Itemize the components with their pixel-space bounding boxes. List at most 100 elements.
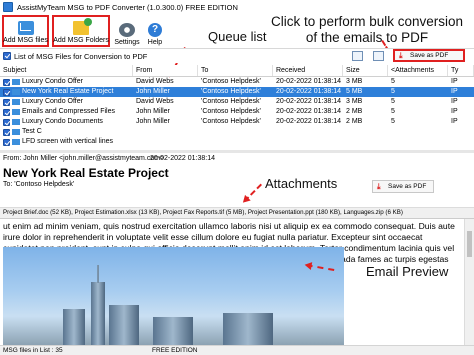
cell-from: John Miller	[133, 87, 198, 97]
cell-to: 'Contoso Helpdesk'	[198, 77, 273, 87]
preview-from-text: From: John Miller <john.miller@assistmyt…	[3, 155, 165, 162]
cell-received-text: 20-02-2022 01:38:14	[276, 98, 341, 105]
cell-from: David Webs	[133, 97, 198, 107]
cell-received: 20-02-2022 01:38:14	[273, 87, 343, 97]
cell-subject: New York Real Estate Project	[0, 87, 133, 97]
cell-subject: Luxury Condo Documents	[0, 117, 133, 127]
table-body: Luxury Condo Offer David Webs 'Contoso Hel…	[0, 77, 474, 147]
cell-to-text: 'Contoso Helpdesk'	[201, 118, 261, 125]
column-received[interactable]: Received	[273, 65, 343, 76]
list-view-icon[interactable]	[373, 51, 384, 61]
scrollbar-thumb[interactable]	[467, 231, 472, 257]
cell-subject: Emails and Compressed Files	[0, 107, 133, 117]
cell-type-text: IP	[451, 88, 458, 95]
bulk-save-as-pdf-button[interactable]: ⤓ Save as PDF	[393, 49, 465, 62]
row-checkbox[interactable]	[3, 78, 10, 86]
table-row[interactable]: Luxury Condo Documents John Miller 'Contos…	[0, 117, 474, 127]
row-checkbox[interactable]	[3, 98, 10, 106]
cell-type: IP	[448, 77, 474, 87]
cell-subject: Luxury Condo Offer	[0, 97, 133, 107]
column-to[interactable]: To	[198, 65, 273, 76]
select-all-checkbox[interactable]	[3, 52, 11, 60]
status-bar: MSG files in List : 35 FREE EDITION	[0, 345, 474, 355]
row-checkbox[interactable]	[3, 138, 10, 146]
table-row[interactable]: Luxury Condo Offer David Webs 'Contoso Hel…	[0, 77, 474, 87]
cell-type-text: IP	[451, 78, 458, 85]
cell-from-text: David Webs	[136, 98, 174, 105]
pdf-icon: ⤓	[377, 181, 381, 191]
cell-from: John Miller	[133, 117, 198, 127]
table-row[interactable]: LFD screen with vertical lines	[0, 137, 474, 147]
grid-view-icon[interactable]	[352, 51, 363, 61]
table-row[interactable]: Emails and Compressed Files John Miller 'C…	[0, 107, 474, 117]
image-antenna	[97, 265, 99, 283]
title-bar: AssistMyTeam MSG to PDF Converter (1.0.3…	[0, 0, 474, 14]
help-button[interactable]: ? Help	[144, 15, 166, 47]
preview-save-as-pdf-label: Save as PDF	[388, 183, 427, 190]
cell-attachments: 5	[388, 107, 448, 117]
table-header: Subject From To Received Size <Attachmen…	[0, 65, 474, 77]
column-subject[interactable]: Subject	[0, 65, 133, 76]
cell-received: 20-02-2022 01:38:14	[273, 77, 343, 87]
help-icon: ?	[148, 23, 162, 37]
image-building	[223, 313, 273, 345]
image-building	[63, 309, 85, 345]
cell-from-text: John Miller	[136, 88, 170, 95]
add-msg-files-label: Add MSG files	[3, 37, 48, 44]
cell-to: 'Contoso Helpdesk'	[198, 107, 273, 117]
column-from[interactable]: From	[133, 65, 198, 76]
settings-label: Settings	[114, 39, 140, 46]
annotation-attachments: Attachments	[265, 176, 338, 191]
queue-table: Subject From To Received Size <Attachmen…	[0, 65, 474, 150]
row-checkbox[interactable]	[3, 88, 10, 96]
pdf-icon: ⤓	[399, 50, 403, 60]
cell-subject: Luxury Condo Offer	[0, 77, 133, 87]
add-msg-files-button[interactable]: Add MSG files	[2, 15, 49, 47]
cell-size: 5 MB	[343, 87, 388, 97]
cell-subject: LFD screen with vertical lines	[0, 137, 133, 147]
row-checkbox[interactable]	[3, 118, 10, 126]
cell-type: IP	[448, 87, 474, 97]
help-label: Help	[147, 39, 163, 46]
cell-type-text: IP	[451, 98, 458, 105]
folder-icon	[73, 18, 92, 35]
column-size[interactable]: Size	[343, 65, 388, 76]
settings-button[interactable]: Settings	[113, 15, 141, 47]
cell-from-text: John Miller	[136, 108, 170, 115]
image-building	[153, 317, 193, 345]
cell-attachments-text: 5	[391, 118, 395, 125]
cell-type: IP	[448, 97, 474, 107]
preview-date: 20-02-2022 01:38:14	[150, 155, 215, 162]
cell-from: John Miller	[133, 107, 198, 117]
cell-attachments-text: 5	[391, 78, 395, 85]
column-attachments[interactable]: <Attachments	[388, 65, 448, 76]
cell-type-text: IP	[451, 118, 458, 125]
column-type[interactable]: Ty	[448, 65, 474, 76]
email-preview: ut enim ad minim veniam, quis nostrud ex…	[0, 218, 474, 345]
status-edition: FREE EDITION	[152, 347, 198, 354]
row-checkbox[interactable]	[3, 108, 10, 116]
cell-to-text: 'Contoso Helpdesk'	[201, 88, 261, 95]
row-checkbox[interactable]	[3, 128, 10, 136]
add-msg-folders-button[interactable]: Add MSG Folders	[52, 15, 110, 47]
cell-attachments-text: 5	[391, 98, 395, 105]
table-row[interactable]: Test C	[0, 127, 474, 137]
cell-subject-text: Luxury Condo Documents	[22, 118, 103, 125]
mail-icon	[12, 119, 20, 125]
cell-subject-text: Test C	[22, 128, 42, 135]
app-icon	[3, 2, 13, 12]
mail-icon	[12, 99, 20, 105]
table-row[interactable]: New York Real Estate Project John Miller '…	[0, 87, 474, 97]
preview-save-as-pdf-button[interactable]: ⤓ Save as PDF	[372, 180, 434, 193]
cell-subject: Test C	[0, 127, 133, 137]
cell-attachments: 5	[388, 87, 448, 97]
cell-attachments-text: 5	[391, 88, 395, 95]
cell-to-text: 'Contoso Helpdesk'	[201, 98, 261, 105]
cell-size: 2 MB	[343, 107, 388, 117]
table-row[interactable]: Luxury Condo Offer David Webs 'Contoso Hel…	[0, 97, 474, 107]
preview-scrollbar[interactable]	[464, 219, 474, 345]
cell-type: IP	[448, 117, 474, 127]
mail-icon	[12, 139, 20, 145]
cell-received-text: 20-02-2022 01:38:14	[276, 78, 341, 85]
attachments-bar[interactable]: Project Brief.doc (52 KB), Project Estim…	[0, 207, 474, 218]
